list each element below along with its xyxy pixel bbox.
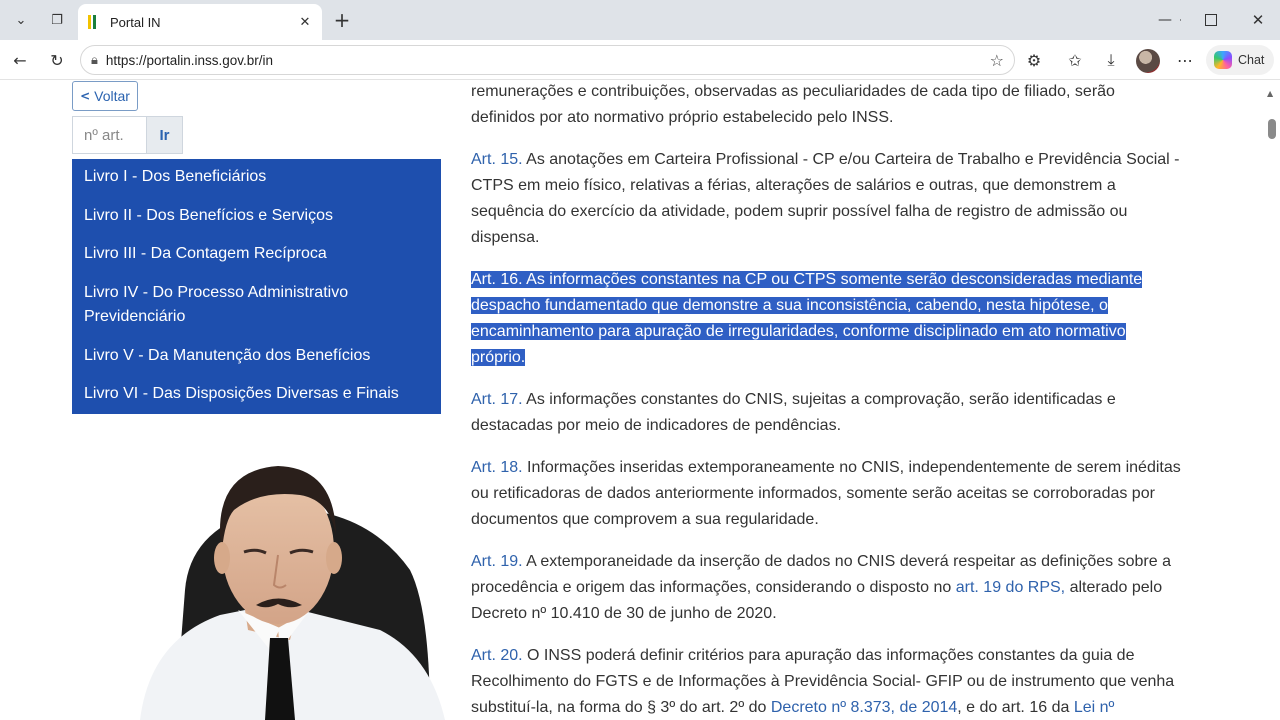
book-item[interactable]: Livro V - Da Manutenção dos Benefícios [72,344,441,369]
article-20: Art. 20. O INSS poderá definir critérios… [471,643,1183,720]
article-18: Art. 18. Informações inseridas extempora… [471,455,1183,533]
article-18-text: Informações inseridas extemporaneamente … [471,459,1181,528]
book-item[interactable]: Livro II - Dos Benefícios e Serviços [72,204,441,229]
article-20-link[interactable]: Art. 20. [471,647,523,664]
article-16: Art. 16. As informações constantes na CP… [471,267,1183,371]
article-17: Art. 17. As informações constantes do CN… [471,387,1183,439]
book-item[interactable]: Livro I - Dos Beneficiários [72,165,441,190]
article-16-link[interactable]: Art. 16. [471,271,523,288]
active-tab[interactable]: Portal IN ✕ [78,4,322,40]
page-scrollbar[interactable]: ▲ [1264,81,1280,720]
downloads-icon[interactable]: ⤓ [1097,46,1125,74]
reload-icon[interactable]: ↻ [43,46,71,74]
chevron-left-icon: < [80,89,91,103]
workspaces-icon[interactable]: ❐ [42,7,72,33]
copilot-chat-button[interactable]: Chat [1206,45,1274,75]
profile-avatar[interactable] [1136,49,1160,73]
go-button[interactable]: Ir [146,116,183,154]
books-menu: Livro I - Dos Beneficiários Livro II - D… [72,159,441,414]
site-info-icon[interactable]: 🔒︎ [91,53,98,68]
new-tab-icon[interactable]: + [328,7,356,33]
back-arrow-icon[interactable]: ← [6,46,34,74]
article-15-link[interactable]: Art. 15. [471,151,523,168]
article-17-link[interactable]: Art. 17. [471,391,523,408]
tab-title: Portal IN [110,14,161,30]
book-item[interactable]: Livro III - Da Contagem Recíproca [72,242,441,267]
rps-article-19-link[interactable]: art. 19 do RPS, [956,579,1065,596]
more-menu-icon[interactable]: ⋯ [1171,46,1199,74]
article-16-text: As informações constantes na CP ou CTPS … [471,271,1143,366]
decree-8373-link[interactable]: Decreto nº 8.373, de 2014 [771,699,957,716]
maximize-window-icon[interactable] [1205,14,1217,26]
article-20-text-b: , e do art. 16 da [957,699,1074,716]
close-tab-icon[interactable]: ✕ [294,11,316,33]
book-item[interactable]: Livro IV - Do Processo Administrativo Pr… [72,281,441,330]
article-number-input[interactable]: nº art. [72,116,147,154]
address-bar[interactable]: 🔒︎ https://portalin.inss.gov.br/in ☆ [80,45,1015,75]
article-15: Art. 15. As anotações em Carteira Profis… [471,147,1183,251]
extensions-icon[interactable]: ⚙ [1020,46,1048,74]
tab-actions-chevron-icon[interactable]: ⌄ [6,7,36,33]
article-19: Art. 19. A extemporaneidade da inserção … [471,549,1183,627]
scroll-up-icon[interactable]: ▲ [1267,89,1273,98]
back-button[interactable]: < Voltar [72,81,138,111]
browser-toolbar: ← ↻ 🔒︎ https://portalin.inss.gov.br/in ☆… [0,40,1280,80]
intro-paragraph: remunerações e contribuições, observadas… [471,83,1115,126]
favorite-star-icon[interactable]: ☆ [990,51,1004,70]
portal-in-favicon-icon [88,15,100,29]
close-window-button[interactable]: ✕ [1236,0,1280,40]
back-button-label: Voltar [94,88,130,104]
url-text: https://portalin.inss.gov.br/in [105,52,274,68]
article-15-text: As anotações em Carteira Profissional - … [471,151,1180,246]
minimize-window-glyph[interactable]: — [1150,0,1180,40]
law-link[interactable]: Lei nº [1074,699,1115,716]
article-18-link[interactable]: Art. 18. [471,459,523,476]
book-item[interactable]: Livro VI - Das Disposições Diversas e Fi… [72,382,441,407]
copilot-icon [1214,51,1232,69]
favorites-icon[interactable]: ✩ [1061,46,1089,74]
tab-strip: ⌄ ❐ Portal IN ✕ + — ✕ [0,0,1280,40]
article-19-link[interactable]: Art. 19. [471,553,523,570]
scrollbar-thumb[interactable] [1268,119,1276,139]
article-17-text: As informações constantes do CNIS, sujei… [471,391,1116,434]
copilot-label: Chat [1238,53,1265,67]
presenter-webcam-overlay [140,466,445,720]
